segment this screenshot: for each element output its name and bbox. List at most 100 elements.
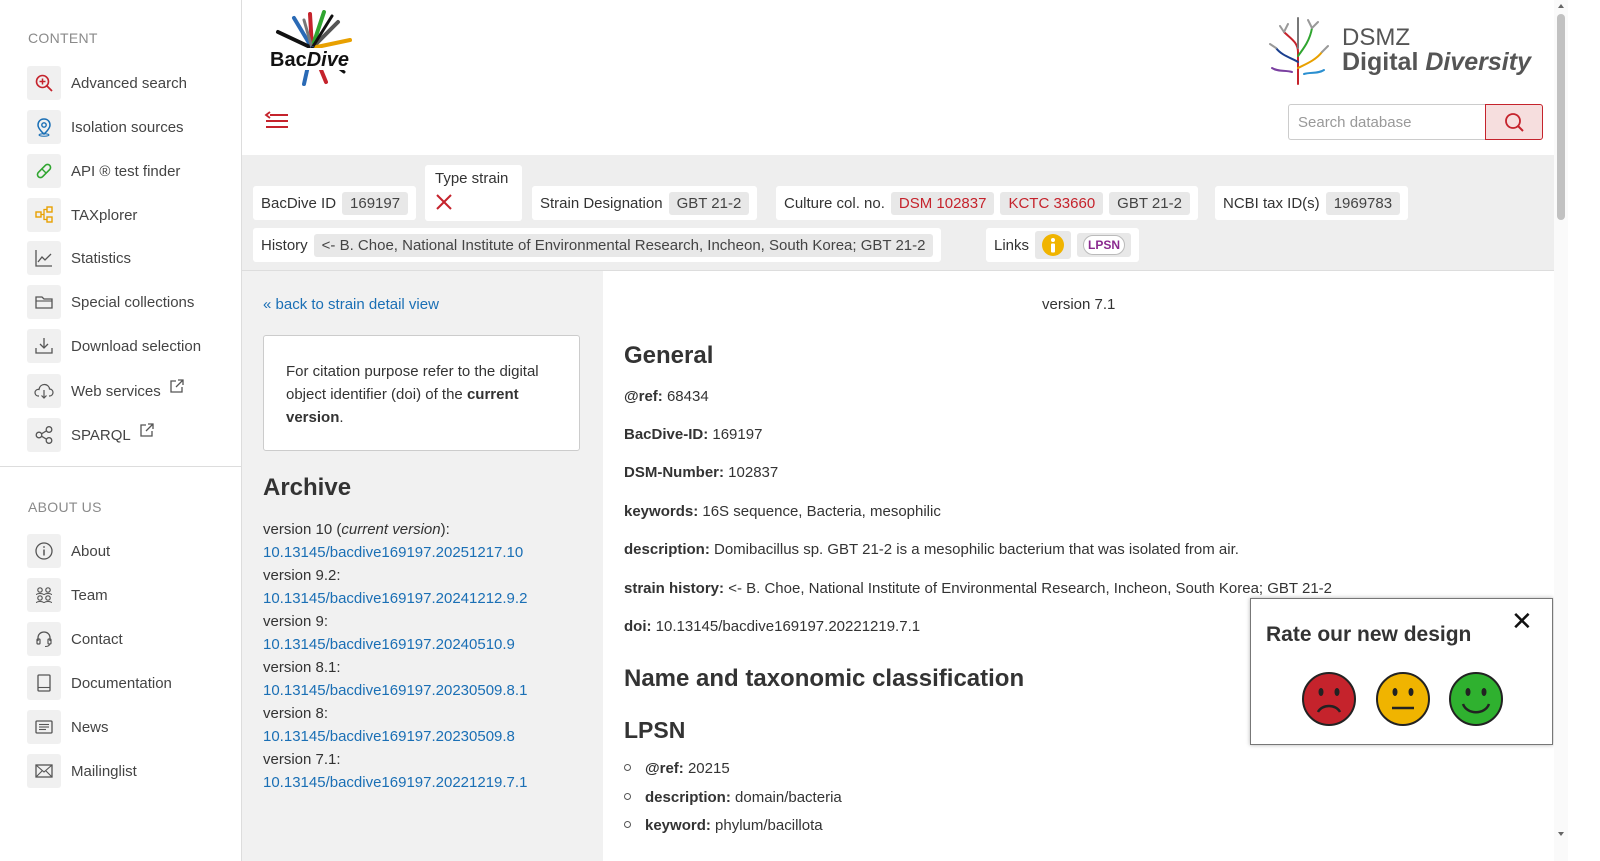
field-value: domain/bacteria xyxy=(730,789,842,806)
menu-toggle-icon[interactable] xyxy=(264,108,290,134)
archive-item: version 7.1: 10.13145/bacdive169197.2022… xyxy=(263,748,593,794)
sidebar-item-label: Isolation sources xyxy=(71,118,184,136)
field-value: 68434 xyxy=(662,388,709,405)
back-to-strain-link[interactable]: « back to strain detail view xyxy=(263,296,439,313)
search-button[interactable] xyxy=(1485,104,1543,140)
sidebar-item-label: Team xyxy=(71,586,108,604)
field-strain-history: strain history: <- B. Choe, National Ins… xyxy=(624,580,1332,597)
sidebar-item-label: API ® test finder xyxy=(71,162,181,180)
field-value: 20215 xyxy=(683,760,730,777)
bacdive-id-value: 169197 xyxy=(342,191,409,215)
links-label: Links xyxy=(994,236,1030,254)
scroll-up-icon[interactable] xyxy=(1557,2,1565,10)
sidebar-item-statistics[interactable]: Statistics xyxy=(27,241,131,275)
tree-icon xyxy=(27,198,61,232)
search-input[interactable] xyxy=(1288,104,1486,140)
lpsn-link[interactable]: LPSN xyxy=(1077,233,1132,257)
sidebar-item-isolation-sources[interactable]: Isolation sources xyxy=(27,110,184,144)
sidebar-item-label: Special collections xyxy=(71,293,195,311)
search-icon xyxy=(1505,113,1524,132)
version-doi-link[interactable]: 10.13145/bacdive169197.20230509.8 xyxy=(263,725,593,748)
version-suffix: ): xyxy=(440,521,450,538)
version-doi-link[interactable]: 10.13145/bacdive169197.20230509.8.1 xyxy=(263,679,593,702)
field-key: @ref: xyxy=(624,388,663,405)
current-version-label: current version xyxy=(341,521,441,538)
archive-item: version 8: 10.13145/bacdive169197.202305… xyxy=(263,702,593,748)
ncbi-id-link[interactable]: 1969783 xyxy=(1325,191,1401,215)
version-label: version 9.2: xyxy=(263,567,341,584)
links-chip: Links LPSN xyxy=(986,228,1140,262)
cloud-download-icon xyxy=(27,374,61,408)
field-key: description: xyxy=(624,541,710,558)
dsmz-line1: DSMZ xyxy=(1342,24,1410,51)
sidebar-item-web-services[interactable]: Web services xyxy=(27,374,185,408)
culture-collection-chip: Culture col. no. DSM 102837 KCTC 33660 G… xyxy=(776,186,1198,220)
sidebar-item-label: SPARQL xyxy=(71,426,131,444)
newspaper-icon xyxy=(27,710,61,744)
general-heading: General xyxy=(624,342,714,369)
field-key: keywords: xyxy=(624,503,699,520)
culture-number: GBT 21-2 xyxy=(1109,191,1190,215)
citation-note: For citation purpose refer to the digita… xyxy=(263,335,580,451)
happy-face-icon[interactable] xyxy=(1448,671,1504,727)
sidebar-item-label: Download selection xyxy=(71,337,202,355)
book-icon xyxy=(27,666,61,700)
sidebar-item-mailinglist[interactable]: Mailinglist xyxy=(27,754,137,788)
field-value: <- B. Choe, National Institute of Enviro… xyxy=(724,580,1333,597)
sidebar-item-download-selection[interactable]: Download selection xyxy=(27,329,201,363)
list-item: @ref: 20215 xyxy=(624,760,730,777)
about-section-title: ABOUT US xyxy=(28,499,102,515)
info-icon xyxy=(27,534,61,568)
field-value: 10.13145/bacdive169197.20221219.7.1 xyxy=(651,618,921,635)
rating-popup: Rate our new design ✕ xyxy=(1250,598,1553,745)
sidebar-item-sparql[interactable]: SPARQL xyxy=(27,418,155,452)
bacdive-id-label: BacDive ID xyxy=(261,194,337,212)
sidebar-item-label: Advanced search xyxy=(71,74,187,92)
info-circle-icon xyxy=(1042,234,1065,256)
field-key: BacDive-ID: xyxy=(624,426,709,443)
field-keywords: keywords: 16S sequence, Bacteria, mesoph… xyxy=(624,503,941,520)
field-value: 102837 xyxy=(724,464,779,481)
sidebar-item-news[interactable]: News xyxy=(27,710,109,744)
page-scrollbar[interactable] xyxy=(1554,0,1568,861)
neutral-face-icon[interactable] xyxy=(1375,671,1431,727)
bacdive-id-chip: BacDive ID 169197 xyxy=(253,186,417,220)
culture-number-link[interactable]: KCTC 33660 xyxy=(1000,191,1104,215)
sidebar-item-label: Web services xyxy=(71,382,161,400)
sidebar-item-team[interactable]: Team xyxy=(27,578,108,612)
sidebar-item-api-test-finder[interactable]: API ® test finder xyxy=(27,154,180,188)
version-doi-link[interactable]: 10.13145/bacdive169197.20221219.7.1 xyxy=(263,771,593,794)
version-label: version 9: xyxy=(263,613,329,630)
field-bacdive-id: BacDive-ID: 169197 xyxy=(624,426,762,443)
pill-icon xyxy=(27,154,61,188)
dsmz-logo[interactable]: DSMZ Digital Diversity xyxy=(1262,12,1532,88)
version-label: version 8: xyxy=(263,705,329,722)
culture-collection-label: Culture col. no. xyxy=(784,194,885,212)
culture-number-link[interactable]: DSM 102837 xyxy=(890,191,995,215)
info-link[interactable] xyxy=(1035,231,1072,259)
version-doi-link[interactable]: 10.13145/bacdive169197.20240510.9 xyxy=(263,633,593,656)
close-icon[interactable]: ✕ xyxy=(1511,606,1533,637)
line-chart-icon xyxy=(27,241,61,275)
version-label: version 7.1: xyxy=(263,751,341,768)
version-doi-link[interactable]: 10.13145/bacdive169197.20241212.9.2 xyxy=(263,587,593,610)
sidebar-item-contact[interactable]: Contact xyxy=(27,622,123,656)
field-value: 169197 xyxy=(708,426,763,443)
history-label: History xyxy=(261,236,308,254)
sidebar-item-special-collections[interactable]: Special collections xyxy=(27,285,194,319)
citation-end: . xyxy=(339,409,344,426)
list-item: keyword: phylum/bacillota xyxy=(624,817,823,834)
version-doi-link[interactable]: 10.13145/bacdive169197.20251217.10 xyxy=(263,541,593,564)
sad-face-icon[interactable] xyxy=(1301,671,1357,727)
bacdive-logo[interactable]: BacDive xyxy=(264,10,364,90)
sidebar-item-taxplorer[interactable]: TAXplorer xyxy=(27,198,137,232)
envelope-icon xyxy=(27,754,61,788)
field-key: description: xyxy=(645,789,731,806)
scroll-thumb[interactable] xyxy=(1557,14,1565,220)
scroll-down-icon[interactable] xyxy=(1557,830,1565,838)
sidebar-item-advanced-search[interactable]: Advanced search xyxy=(27,66,187,100)
field-ref: @ref: 68434 xyxy=(624,388,709,405)
sidebar-item-about[interactable]: About xyxy=(27,534,110,568)
archive-title: Archive xyxy=(263,474,352,501)
sidebar-item-documentation[interactable]: Documentation xyxy=(27,666,172,700)
